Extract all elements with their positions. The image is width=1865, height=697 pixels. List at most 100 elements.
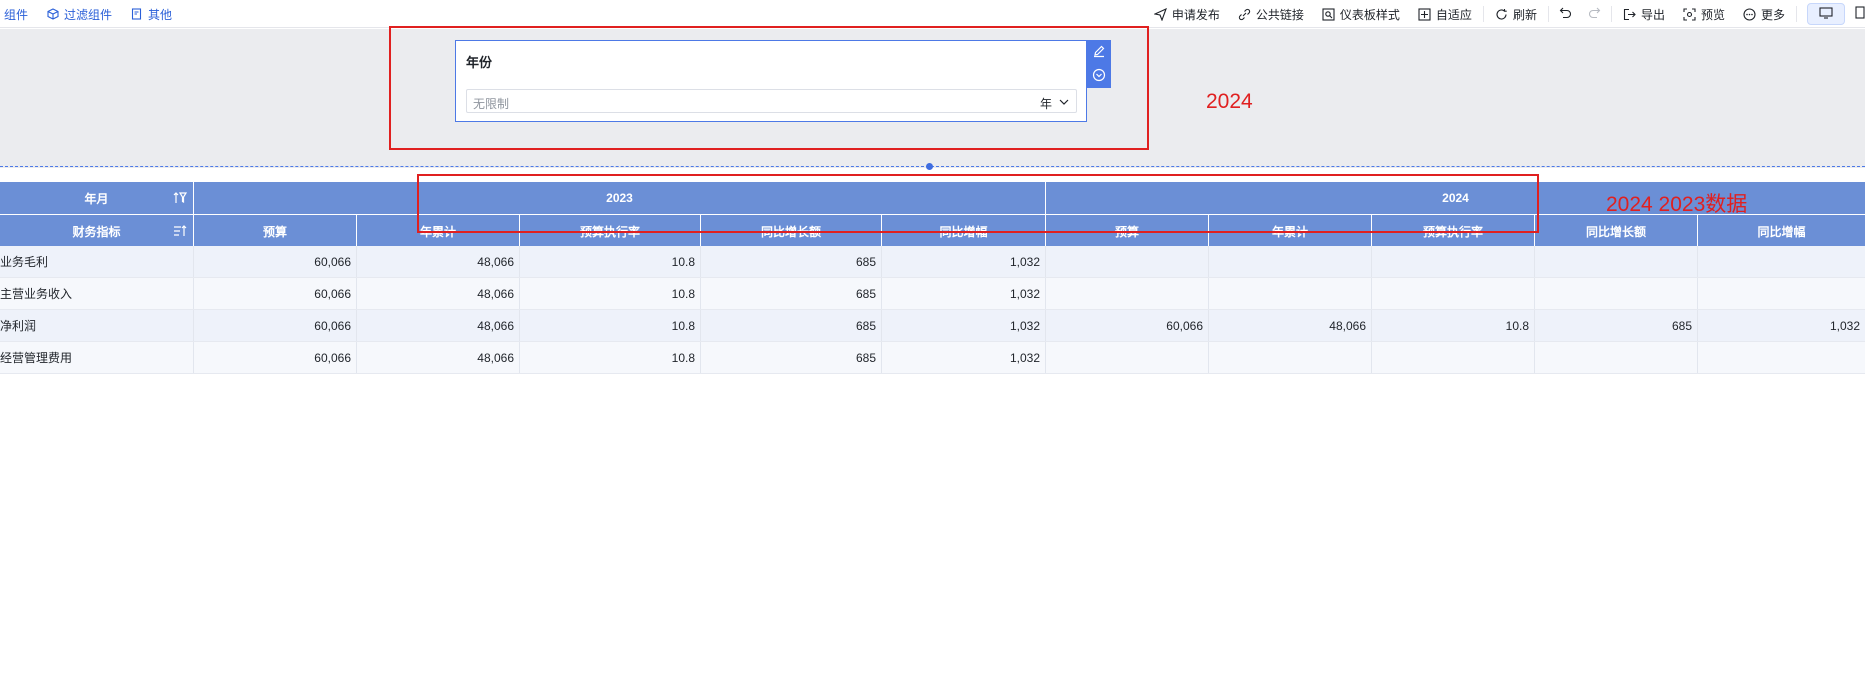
undo-icon (1559, 6, 1572, 22)
public-link-button[interactable]: 公共链接 (1229, 6, 1313, 23)
table-cell: 685 (701, 246, 882, 277)
mobile-icon (1855, 6, 1865, 22)
table-cell: 685 (701, 310, 882, 341)
table-cell: 1,032 (882, 246, 1046, 277)
desktop-view-button[interactable] (1807, 3, 1845, 25)
table-row: 主营业务收入 60,066 48,066 10.8 685 1,032 (0, 278, 1865, 310)
more-label: 更多 (1760, 7, 1785, 22)
table-cell: 685 (1535, 310, 1698, 341)
table-cell (1698, 246, 1865, 277)
table-cell: 48,066 (1209, 310, 1372, 341)
table-cell (1046, 342, 1209, 373)
table-cell: 10.8 (1372, 310, 1535, 341)
dashboard-style-button[interactable]: 仪表板样式 (1313, 6, 1409, 23)
export-button[interactable]: 导出 (1614, 6, 1674, 23)
cube-icon (47, 8, 59, 20)
table-cell (1535, 278, 1698, 309)
table-cell (1209, 246, 1372, 277)
table-cell (1209, 278, 1372, 309)
table-cell: 10.8 (520, 246, 701, 277)
table-row: 经营管理费用 60,066 48,066 10.8 685 1,032 (0, 342, 1865, 374)
table-cell (1046, 278, 1209, 309)
style-icon (1322, 7, 1335, 21)
preview-button[interactable]: 预览 (1674, 6, 1734, 23)
mobile-view-button[interactable] (1845, 6, 1865, 22)
resize-handle[interactable] (926, 163, 933, 170)
table-cell: 1,032 (882, 278, 1046, 309)
row-header-financial-indicator[interactable]: 财务指标 (0, 215, 194, 247)
more-icon (1743, 7, 1756, 21)
preview-icon (1683, 7, 1696, 21)
preview-label: 预览 (1700, 7, 1725, 22)
public-link-label: 公共链接 (1255, 7, 1304, 22)
metric-header[interactable]: 预算 (194, 215, 357, 247)
table-cell (1209, 342, 1372, 373)
sort-icon[interactable] (173, 224, 187, 238)
adaptive-button[interactable]: 自适应 (1409, 6, 1481, 23)
toolbar-components-button[interactable]: 组件 (4, 6, 28, 23)
refresh-label: 刷新 (1512, 7, 1537, 22)
refresh-icon (1495, 8, 1508, 21)
table-cell: 10.8 (520, 310, 701, 341)
table-cell: 685 (701, 342, 882, 373)
adaptive-label: 自适应 (1435, 7, 1472, 22)
annotation-box-table-header (417, 174, 1539, 233)
table-cell (1535, 342, 1698, 373)
annotation-text-table: 2024 2023数据 (1606, 193, 1748, 216)
table-cell: 1,032 (882, 342, 1046, 373)
redo-icon (1588, 6, 1601, 22)
toolbar-divider (1610, 6, 1612, 22)
row-header-year-month-label: 年月 (84, 191, 109, 206)
table-cell: 60,066 (194, 342, 357, 373)
adaptive-icon (1418, 7, 1431, 21)
table-row: 业务毛利 60,066 48,066 10.8 685 1,032 (0, 246, 1865, 278)
annotation-text-filter: 2024 (1206, 90, 1253, 113)
metric-header-label: 同比增幅 (1757, 224, 1806, 239)
refresh-button[interactable]: 刷新 (1486, 6, 1546, 23)
table-cell: 48,066 (357, 310, 520, 341)
table-cell: 48,066 (357, 342, 520, 373)
row-label: 经营管理费用 (0, 342, 194, 373)
table-cell (1372, 342, 1535, 373)
filter-sort-icon[interactable] (173, 191, 188, 205)
document-edit-icon (131, 8, 143, 20)
table-cell: 60,066 (194, 246, 357, 277)
metric-header-label: 预算 (262, 224, 287, 239)
table-cell (1698, 342, 1865, 373)
toolbar-other-label: 其他 (148, 7, 173, 22)
metric-header[interactable]: 同比增长额 (1535, 215, 1698, 247)
desktop-icon (1819, 6, 1833, 22)
toolbar-left: 组件 过滤组件 其他 (0, 0, 191, 28)
table-cell (1372, 246, 1535, 277)
table-cell: 60,066 (194, 310, 357, 341)
table-cell (1046, 246, 1209, 277)
export-label: 导出 (1640, 7, 1665, 22)
annotation-box-filter (389, 26, 1149, 150)
toolbar-divider (1796, 6, 1797, 22)
apply-publish-button[interactable]: 申请发布 (1145, 6, 1229, 23)
redo-button[interactable] (1580, 6, 1609, 22)
toolbar-filter-components-label: 过滤组件 (64, 7, 113, 22)
table-cell (1535, 246, 1698, 277)
send-icon (1153, 7, 1167, 21)
row-header-financial-indicator-label: 财务指标 (72, 224, 121, 239)
toolbar-filter-components-button[interactable]: 过滤组件 (47, 6, 112, 23)
table-cell (1698, 278, 1865, 309)
link-icon (1238, 8, 1251, 21)
toolbar-right: 申请发布 公共链接 仪表板样式 自适应 刷新 导出 预览 更多 (1145, 0, 1865, 28)
table-cell: 10.8 (520, 342, 701, 373)
toolbar-other-button[interactable]: 其他 (131, 6, 172, 23)
toolbar-divider (1482, 6, 1484, 22)
metric-header[interactable]: 同比增幅 (1698, 215, 1865, 247)
export-icon (1623, 8, 1636, 21)
top-toolbar: 组件 过滤组件 其他 申请发布 公共链接 仪表板样式 自适应 刷新 导出 预览 … (0, 0, 1865, 28)
more-button[interactable]: 更多 (1734, 6, 1794, 23)
metric-header-label: 同比增长额 (1585, 224, 1646, 239)
row-label: 净利润 (0, 310, 194, 341)
toolbar-divider (1547, 6, 1549, 22)
table-cell: 60,066 (194, 278, 357, 309)
row-label: 业务毛利 (0, 246, 194, 277)
row-header-year-month[interactable]: 年月 (0, 182, 194, 214)
dashboard-style-label: 仪表板样式 (1339, 7, 1400, 22)
undo-button[interactable] (1551, 6, 1580, 22)
